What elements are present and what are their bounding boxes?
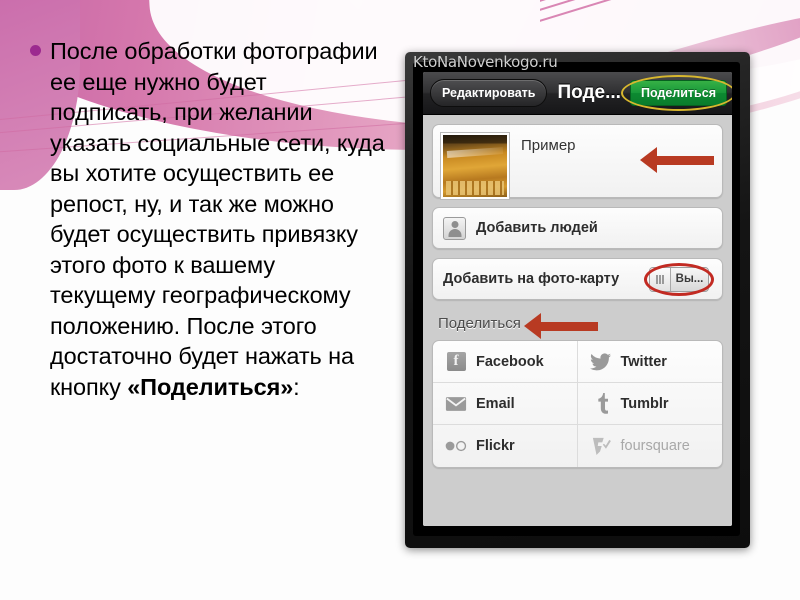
watermark-label: KtoNaNovenkogo.ru bbox=[413, 53, 558, 71]
page-title: Поде... bbox=[557, 82, 621, 103]
social-networks-card: f Facebook Twitter Email Tumblr Flickr f… bbox=[432, 340, 723, 468]
add-people-card[interactable]: Добавить людей bbox=[432, 207, 723, 249]
person-icon bbox=[443, 216, 466, 240]
slide-body-text-plain: После обработки фотографии ее еще нужно … bbox=[50, 38, 385, 400]
share-button-wrapper[interactable]: Поделиться bbox=[620, 75, 732, 111]
arrow-shaft bbox=[656, 155, 714, 165]
add-people-row[interactable]: Добавить людей bbox=[433, 208, 722, 248]
arrow-head-icon bbox=[640, 147, 657, 173]
arrow-head-icon bbox=[524, 313, 541, 339]
foursquare-icon bbox=[590, 435, 612, 457]
photo-map-toggle[interactable]: Вы... bbox=[649, 266, 709, 292]
person-icon-head bbox=[451, 220, 458, 228]
tumblr-icon bbox=[590, 393, 612, 415]
phone-device-frame: KtoNaNovenkogo.ru Редактировать Поде... … bbox=[405, 52, 750, 548]
social-item-foursquare[interactable]: foursquare bbox=[578, 425, 723, 467]
thumbnail-detail bbox=[445, 180, 505, 195]
social-item-flickr[interactable]: Flickr bbox=[433, 425, 578, 467]
person-icon-body bbox=[448, 228, 461, 237]
photo-map-card[interactable]: Добавить на фото-карту Вы... bbox=[432, 258, 723, 300]
caption-card[interactable]: Пример bbox=[432, 124, 723, 199]
social-label: Email bbox=[476, 395, 515, 412]
slide-text-column: После обработки фотографии ее еще нужно … bbox=[26, 36, 386, 402]
social-label: Facebook bbox=[476, 353, 544, 370]
social-label: Twitter bbox=[620, 353, 667, 370]
share-section-title: Поделиться bbox=[438, 314, 521, 332]
edit-button[interactable]: Редактировать bbox=[430, 79, 548, 107]
photo-map-toggle-wrapper[interactable]: Вы... bbox=[644, 262, 714, 296]
annotation-arrow-share bbox=[524, 313, 598, 339]
social-label: foursquare bbox=[620, 438, 690, 454]
facebook-icon: f bbox=[445, 351, 467, 373]
email-icon bbox=[445, 393, 467, 415]
toggle-value-label: Вы... bbox=[675, 273, 704, 285]
slide-body-paragraph: После обработки фотографии ее еще нужно … bbox=[26, 36, 386, 402]
social-item-facebook[interactable]: f Facebook bbox=[433, 341, 578, 383]
slide-body-text-tail: : bbox=[293, 373, 300, 400]
caption-text[interactable]: Пример bbox=[521, 137, 576, 154]
thumbnail-sheen bbox=[446, 146, 504, 159]
add-people-label: Добавить людей bbox=[476, 220, 598, 236]
annotation-arrow-caption bbox=[640, 147, 714, 173]
arrow-shaft bbox=[540, 321, 598, 331]
social-item-twitter[interactable]: Twitter bbox=[577, 341, 722, 383]
social-networks-grid: f Facebook Twitter Email Tumblr Flickr f… bbox=[433, 341, 722, 467]
social-item-tumblr[interactable]: Tumblr bbox=[577, 383, 722, 425]
photo-map-row[interactable]: Добавить на фото-карту Вы... bbox=[433, 259, 722, 299]
social-item-email[interactable]: Email bbox=[433, 383, 578, 425]
screen-content-area: Пример Добавить людей Добавить на фото-к… bbox=[423, 115, 732, 526]
navigation-bar: Редактировать Поде... Поделиться bbox=[423, 72, 732, 115]
flickr-icon bbox=[445, 435, 467, 457]
toggle-grip-icon[interactable] bbox=[650, 267, 671, 291]
social-label: Flickr bbox=[476, 438, 515, 454]
caption-row[interactable]: Пример bbox=[433, 125, 722, 199]
slide-body-text-bold: «Поделиться» bbox=[127, 373, 294, 400]
social-label: Tumblr bbox=[620, 395, 669, 412]
bullet-point-marker bbox=[30, 45, 41, 56]
share-button[interactable]: Поделиться bbox=[629, 80, 727, 106]
photo-thumbnail[interactable] bbox=[441, 133, 509, 199]
phone-screen: Редактировать Поде... Поделиться Пример bbox=[423, 72, 732, 526]
share-section-header: Поделиться bbox=[432, 309, 723, 339]
photo-map-label: Добавить на фото-карту bbox=[443, 271, 620, 287]
twitter-icon bbox=[590, 351, 612, 373]
